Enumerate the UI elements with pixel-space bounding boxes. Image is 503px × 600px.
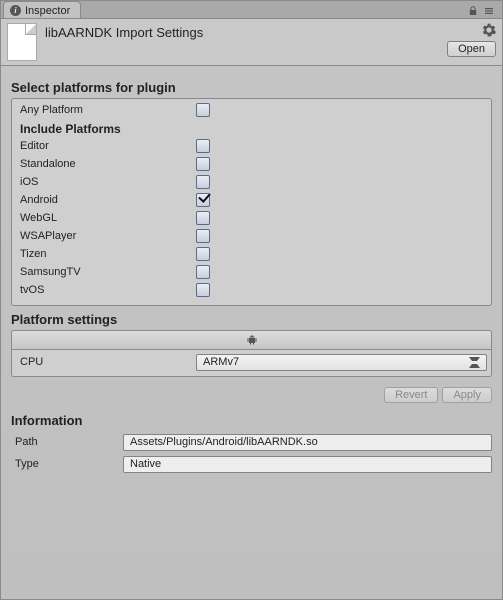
apply-button[interactable]: Apply bbox=[442, 387, 492, 403]
header-right: Open bbox=[447, 23, 496, 57]
info-path-label: Path bbox=[11, 436, 123, 448]
platform-label: SamsungTV bbox=[16, 266, 196, 278]
apply-row: Revert Apply bbox=[11, 377, 492, 407]
platform-label: iOS bbox=[16, 176, 196, 188]
platform-row: WebGL bbox=[16, 209, 487, 227]
platform-settings-box: CPU ARMv7 bbox=[11, 330, 492, 377]
asset-title: libAARNDK Import Settings bbox=[45, 23, 203, 40]
open-button[interactable]: Open bbox=[447, 41, 496, 57]
platform-label: Tizen bbox=[16, 248, 196, 260]
platform-checkbox[interactable] bbox=[196, 211, 210, 225]
platform-label: Editor bbox=[16, 140, 196, 152]
cpu-row: CPU ARMv7 bbox=[16, 352, 487, 372]
android-icon bbox=[246, 334, 258, 346]
platform-row: iOS bbox=[16, 173, 487, 191]
platform-row: Editor bbox=[16, 137, 487, 155]
platform-label: Standalone bbox=[16, 158, 196, 170]
info-type-value: Native bbox=[123, 456, 492, 473]
platforms-title: Select platforms for plugin bbox=[11, 74, 492, 98]
platform-settings-body: CPU ARMv7 bbox=[11, 350, 492, 377]
platform-checkbox[interactable] bbox=[196, 157, 210, 171]
any-platform-row: Any Platform bbox=[16, 101, 487, 119]
platform-row: WSAPlayer bbox=[16, 227, 487, 245]
platform-checkbox[interactable] bbox=[196, 193, 210, 207]
platform-row: Standalone bbox=[16, 155, 487, 173]
include-platforms-title: Include Platforms bbox=[16, 119, 487, 137]
platform-settings-title: Platform settings bbox=[11, 306, 492, 330]
file-icon bbox=[7, 23, 37, 61]
tab-label: Inspector bbox=[25, 5, 70, 17]
platform-checkbox[interactable] bbox=[196, 139, 210, 153]
platform-label: WebGL bbox=[16, 212, 196, 224]
info-type-label: Type bbox=[11, 458, 123, 470]
info-path-row: Path Assets/Plugins/Android/libAARNDK.so bbox=[11, 431, 492, 453]
content: Select platforms for plugin Any Platform… bbox=[1, 66, 502, 475]
any-platform-checkbox[interactable] bbox=[196, 103, 210, 117]
info-type-row: Type Native bbox=[11, 453, 492, 475]
platform-checkbox[interactable] bbox=[196, 229, 210, 243]
gear-icon[interactable] bbox=[482, 23, 496, 37]
cpu-value: ARMv7 bbox=[203, 356, 239, 368]
any-platform-label: Any Platform bbox=[16, 104, 196, 116]
platform-checkbox[interactable] bbox=[196, 265, 210, 279]
information-title: Information bbox=[11, 407, 492, 431]
platform-label: Android bbox=[16, 194, 196, 206]
tab-bar-right bbox=[468, 6, 502, 18]
revert-button[interactable]: Revert bbox=[384, 387, 438, 403]
platform-checkbox[interactable] bbox=[196, 283, 210, 297]
cpu-label: CPU bbox=[16, 356, 196, 368]
lock-icon[interactable] bbox=[468, 6, 478, 16]
asset-header: libAARNDK Import Settings Open bbox=[1, 19, 502, 66]
platform-tab-android[interactable] bbox=[11, 330, 492, 350]
platform-list: Editor Standalone iOS Android WebGL WSAPlayer… bbox=[16, 137, 487, 299]
tab-inspector[interactable]: i Inspector bbox=[3, 1, 81, 18]
platform-checkbox[interactable] bbox=[196, 175, 210, 189]
inspector-panel: i Inspector libAARNDK Import Settings Op… bbox=[0, 0, 503, 600]
platform-label: tvOS bbox=[16, 284, 196, 296]
platforms-box: Any Platform Include Platforms Editor Sta… bbox=[11, 98, 492, 306]
inspector-icon: i bbox=[10, 5, 21, 16]
platform-row: tvOS bbox=[16, 281, 487, 299]
cpu-dropdown[interactable]: ARMv7 bbox=[196, 354, 487, 371]
info-path-value: Assets/Plugins/Android/libAARNDK.so bbox=[123, 434, 492, 451]
platform-row: Tizen bbox=[16, 245, 487, 263]
platform-checkbox[interactable] bbox=[196, 247, 210, 261]
tab-bar: i Inspector bbox=[1, 1, 502, 19]
platform-label: WSAPlayer bbox=[16, 230, 196, 242]
popup-menu-icon[interactable] bbox=[484, 6, 494, 16]
platform-row: Android bbox=[16, 191, 487, 209]
platform-row: SamsungTV bbox=[16, 263, 487, 281]
